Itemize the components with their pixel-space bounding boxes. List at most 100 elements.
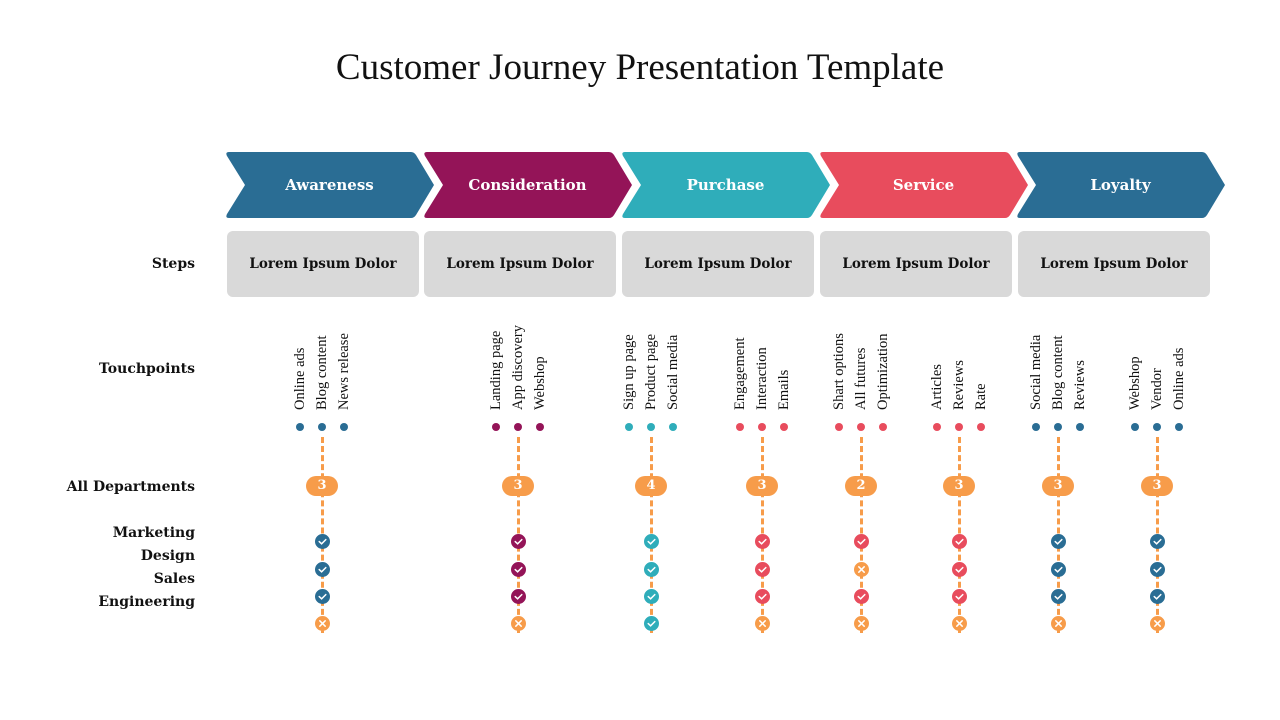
stage-chevron-purchase: Purchase: [621, 152, 830, 218]
touchpoint-label: Engagement: [732, 337, 748, 410]
check-icon-glyph: [1051, 534, 1066, 549]
cross-icon-glyph: [1051, 616, 1066, 631]
step-box: Lorem Ipsum Dolor: [1018, 231, 1210, 297]
cross-icon: [315, 616, 330, 631]
touchpoint-label: Blog content: [1050, 335, 1066, 410]
check-icon-glyph: [755, 562, 770, 577]
check-icon-glyph: [644, 562, 659, 577]
check-icon: [755, 589, 770, 604]
row-label-touchpoints: Touchpoints: [98, 361, 195, 377]
touchpoint-dot: [340, 423, 348, 431]
touchpoint-dot: [780, 423, 788, 431]
touchpoint-dot: [857, 423, 865, 431]
cross-icon: [854, 616, 869, 631]
stage-chevron-loyalty: Loyalty: [1016, 152, 1225, 218]
row-label-engineering: Engineering: [98, 594, 195, 610]
stage-label: Loyalty: [1090, 176, 1151, 194]
stage-chevron-awareness: Awareness: [225, 152, 434, 218]
check-icon-glyph: [854, 589, 869, 604]
touchpoint-dot: [955, 423, 963, 431]
touchpoint-label: Shart options: [831, 333, 847, 410]
touchpoint-label: All futures: [853, 347, 869, 410]
check-icon: [644, 534, 659, 549]
check-icon-glyph: [315, 562, 330, 577]
cross-icon-glyph: [755, 616, 770, 631]
touchpoint-dot: [536, 423, 544, 431]
stage-label: Consideration: [468, 176, 587, 194]
touchpoint-dot: [318, 423, 326, 431]
touchpoint-label: Rate: [973, 383, 989, 410]
cross-icon: [1051, 616, 1066, 631]
cross-icon: [511, 616, 526, 631]
touchpoint-label: Webshop: [532, 356, 548, 410]
touchpoint-dot: [736, 423, 744, 431]
check-icon: [1051, 589, 1066, 604]
touchpoint-label: Landing page: [488, 330, 504, 410]
check-icon-glyph: [952, 589, 967, 604]
touchpoint-dot: [492, 423, 500, 431]
touchpoint-dot: [647, 423, 655, 431]
touchpoint-dot: [933, 423, 941, 431]
step-box: Lorem Ipsum Dolor: [622, 231, 814, 297]
row-label-all-departments: All Departments: [66, 479, 195, 495]
check-icon-glyph: [755, 534, 770, 549]
stage-label: Purchase: [686, 176, 765, 194]
check-icon: [1051, 534, 1066, 549]
check-icon-glyph: [511, 534, 526, 549]
cross-icon: [755, 616, 770, 631]
touchpoint-label: Vendor: [1149, 368, 1165, 410]
stage-label: Service: [892, 176, 955, 194]
step-box: Lorem Ipsum Dolor: [820, 231, 1012, 297]
department-count-badge: 3: [1042, 476, 1074, 496]
touchpoint-label: Online ads: [292, 347, 308, 410]
touchpoint-label: Webshop: [1127, 356, 1143, 410]
cross-icon-glyph: [854, 616, 869, 631]
check-icon-glyph: [644, 534, 659, 549]
cross-icon-glyph: [315, 616, 330, 631]
stage-chevron-consideration: Consideration: [423, 152, 632, 218]
check-icon: [644, 616, 659, 631]
department-count-badge: 3: [1141, 476, 1173, 496]
touchpoint-dot: [1131, 423, 1139, 431]
check-icon-glyph: [644, 616, 659, 631]
check-icon-glyph: [315, 589, 330, 604]
check-icon: [644, 562, 659, 577]
check-icon: [952, 534, 967, 549]
check-icon: [854, 589, 869, 604]
touchpoint-dot: [1076, 423, 1084, 431]
touchpoint-label: Online ads: [1171, 347, 1187, 410]
touchpoint-label: Sign up page: [621, 334, 637, 410]
cross-icon: [1150, 616, 1165, 631]
cross-icon: [854, 562, 869, 577]
touchpoint-label: Reviews: [951, 360, 967, 410]
touchpoint-dot: [879, 423, 887, 431]
check-icon-glyph: [1150, 589, 1165, 604]
touchpoint-dot: [625, 423, 633, 431]
check-icon: [755, 562, 770, 577]
check-icon: [315, 534, 330, 549]
check-icon-glyph: [511, 562, 526, 577]
touchpoint-dot: [758, 423, 766, 431]
touchpoint-dot: [1032, 423, 1040, 431]
touchpoint-label: App discovery: [510, 325, 526, 410]
touchpoint-label: Articles: [929, 364, 945, 410]
stage-label: Awareness: [285, 176, 374, 194]
touchpoint-label: Social media: [1028, 334, 1044, 410]
touchpoint-dot: [669, 423, 677, 431]
touchpoint-label: Emails: [776, 369, 792, 410]
check-icon: [952, 562, 967, 577]
check-icon-glyph: [315, 534, 330, 549]
row-label-steps: Steps: [151, 256, 195, 272]
check-icon-glyph: [511, 589, 526, 604]
touchpoint-label: Social media: [665, 334, 681, 410]
check-icon: [755, 534, 770, 549]
row-label-marketing: Marketing: [112, 525, 195, 541]
touchpoint-label: Blog content: [314, 335, 330, 410]
cross-icon-glyph: [511, 616, 526, 631]
touchpoint-dot: [977, 423, 985, 431]
department-count-badge: 2: [845, 476, 877, 496]
cross-icon: [952, 616, 967, 631]
touchpoint-dot: [1153, 423, 1161, 431]
check-icon-glyph: [854, 534, 869, 549]
check-icon-glyph: [644, 589, 659, 604]
